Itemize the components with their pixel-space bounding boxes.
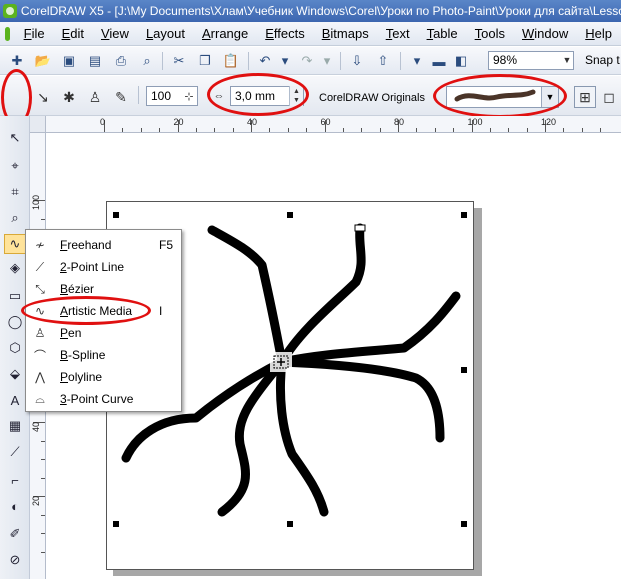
- artistic-media-icon: ∿: [34, 304, 46, 318]
- flyout-item-label: B-Spline: [60, 348, 106, 362]
- flyout-item-label: 2-Point Line: [60, 260, 125, 274]
- two-point-line-icon: ⟋: [35, 259, 45, 274]
- flyout-item-label: Polyline: [60, 370, 103, 384]
- flyout-item-artistic-media[interactable]: ∿ Artistic Media I: [26, 300, 181, 322]
- flyout-item-bezier[interactable]: ⤡ Bézier: [26, 278, 181, 300]
- freehand-icon: ≁: [34, 238, 46, 252]
- flyout-item-label: Bézier: [60, 282, 95, 296]
- node-marker: [354, 224, 366, 232]
- artistic-stroke-top-left: [207, 225, 287, 367]
- bezier-icon: ⤡: [35, 281, 45, 296]
- flyout-item-label: Artistic Media: [60, 304, 133, 318]
- flyout-item-b-spline[interactable]: ⌒ B-Spline: [26, 344, 181, 366]
- flyout-item-2-point-line[interactable]: ⟋ 2-Point Line: [26, 256, 181, 278]
- flyout-item-shortcut: I: [159, 304, 163, 318]
- flyout-item-label: Freehand: [60, 238, 112, 252]
- flyout-item-3-point-curve[interactable]: ⌓ 3-Point Curve: [26, 388, 181, 410]
- artistic-stroke-bottom: [217, 357, 287, 517]
- polyline-icon: ⋀: [35, 370, 45, 384]
- b-spline-icon: ⌒: [33, 348, 46, 363]
- flyout-item-polyline[interactable]: ⋀ Polyline: [26, 366, 181, 388]
- flyout-item-pen[interactable]: ♙ Pen: [26, 322, 181, 344]
- flyout-item-freehand[interactable]: ≁ Freehand F5: [26, 234, 181, 256]
- flyout-item-label: Pen: [60, 326, 82, 340]
- flyout-item-label: 3-Point Curve: [60, 392, 134, 406]
- curve-tools-flyout: ≁ Freehand F5 ⟋ 2-Point Line ⤡ Bézier ∿ …: [25, 229, 182, 412]
- three-point-curve-icon: ⌓: [35, 391, 45, 406]
- artistic-stroke-bottom-right: [276, 357, 329, 517]
- flyout-item-shortcut: F5: [159, 238, 174, 252]
- center-cursor-marker: [270, 352, 292, 372]
- pen-icon: ♙: [34, 326, 46, 340]
- artistic-stroke-top: [277, 223, 366, 367]
- artistic-stroke-right-lower: [277, 357, 445, 443]
